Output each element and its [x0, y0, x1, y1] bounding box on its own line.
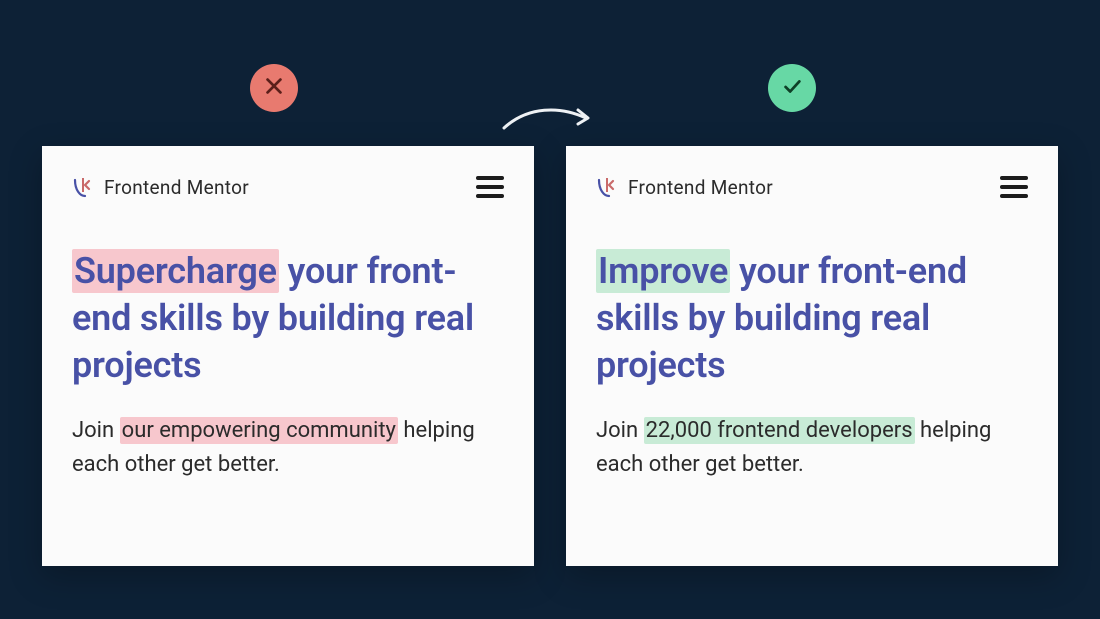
- headline-bad: Supercharge your front-end skills by bui…: [72, 248, 504, 388]
- brand-name: Frontend Mentor: [628, 176, 773, 199]
- subline-bad: Join our empowering community helping ea…: [72, 414, 504, 482]
- brand-name: Frontend Mentor: [104, 176, 249, 199]
- badge-bad: [250, 64, 298, 112]
- brand: Frontend Mentor: [596, 174, 773, 200]
- card-header: Frontend Mentor: [72, 174, 504, 200]
- example-card-bad: Frontend Mentor Supercharge your front-e…: [42, 146, 534, 566]
- hamburger-menu-icon[interactable]: [476, 176, 504, 198]
- card-header: Frontend Mentor: [596, 174, 1028, 200]
- sub-highlight-good: 22,000 frontend developers: [644, 417, 915, 444]
- brand-logo-icon: [596, 174, 622, 200]
- headline-highlight-bad: Supercharge: [72, 249, 279, 293]
- brand-logo-icon: [72, 174, 98, 200]
- sub-highlight-bad: our empowering community: [120, 417, 398, 444]
- sub-before: Join: [596, 418, 644, 443]
- hamburger-menu-icon[interactable]: [1000, 176, 1028, 198]
- subline-good: Join 22,000 frontend developers helping …: [596, 414, 1028, 482]
- headline-highlight-good: Improve: [596, 249, 730, 293]
- x-icon: [263, 75, 285, 101]
- check-icon: [781, 75, 803, 101]
- brand: Frontend Mentor: [72, 174, 249, 200]
- arrow-icon: [498, 100, 598, 140]
- example-card-good: Frontend Mentor Improve your front-end s…: [566, 146, 1058, 566]
- headline-good: Improve your front-end skills by buildin…: [596, 248, 1028, 388]
- badge-good: [768, 64, 816, 112]
- sub-before: Join: [72, 418, 120, 443]
